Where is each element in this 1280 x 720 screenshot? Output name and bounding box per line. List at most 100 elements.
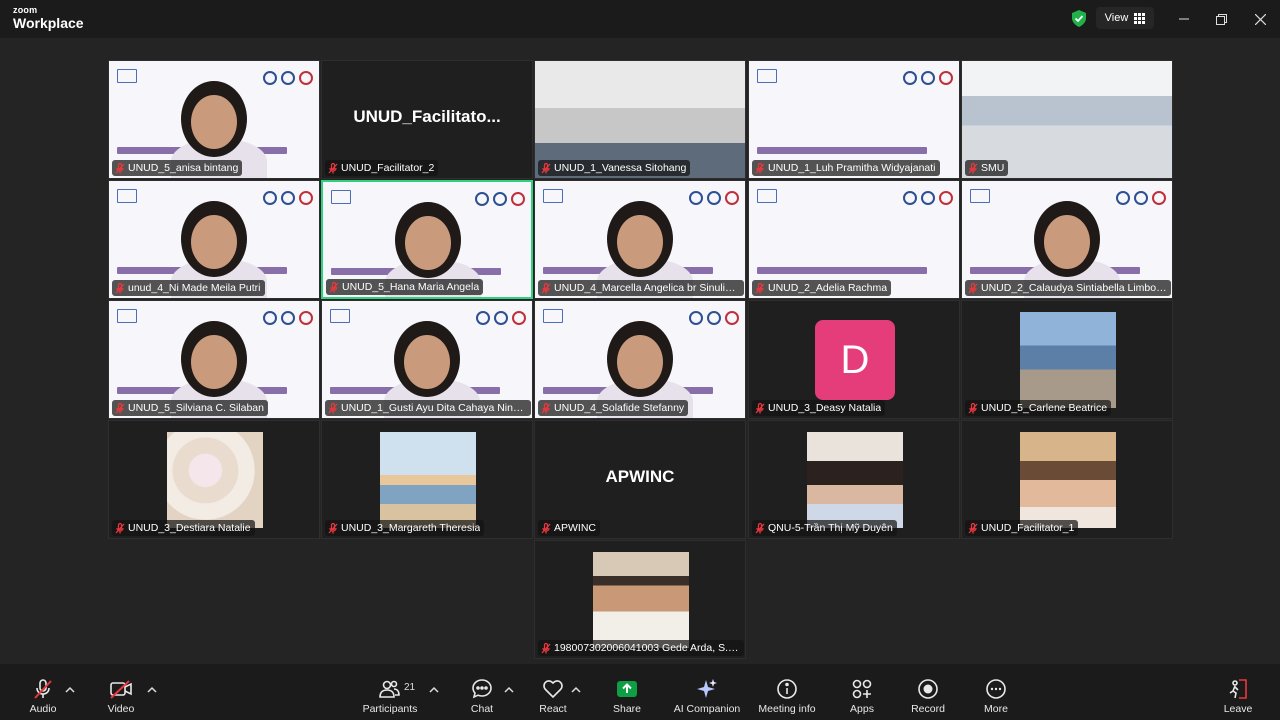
share-button[interactable]: Share [587,678,667,715]
apps-icon [852,679,872,699]
muted-mic-icon [755,162,765,173]
encryption-shield-icon[interactable] [1071,10,1087,27]
participant-tile[interactable]: UNUD_5_Silviana C. Silaban [108,300,320,419]
participant-name: APWINC [554,522,596,534]
muted-mic-icon [115,162,125,173]
profile-photo [807,432,903,528]
participant-name: UNUD_2_Adelia Rachma [768,282,888,294]
participant-name-tag: APWINC [538,520,600,536]
meeting-info-button[interactable]: Meeting info [747,678,827,715]
participant-tile[interactable]: UNUD_5_anisa bintang [108,60,320,179]
record-label: Record [911,703,945,715]
participant-face [404,335,450,389]
minimize-icon[interactable] [1174,9,1194,29]
participant-name-tag: UNUD_3_Margareth Theresia [325,520,485,536]
participant-face [405,216,451,270]
title-bar: zoom Workplace View [0,0,1280,38]
tile-name-title: APWINC [605,467,675,486]
participant-tile[interactable]: 198007302006041003 Gede Arda, S.TP.... [534,540,746,659]
unesco-logo [970,189,990,203]
participant-tile[interactable]: UNUD_3_Margareth Theresia [321,420,533,539]
unesco-logo [117,309,137,323]
participant-tile[interactable]: UNUD_5_Hana Maria Angela [321,180,533,299]
participant-name: UNUD_1_Luh Pramitha Widyajanati [768,162,936,174]
participant-name-tag: UNUD_2_Adelia Rachma [752,280,892,296]
muted-microphone-icon [34,679,52,699]
leave-button[interactable]: Leave [1198,678,1278,715]
unesco-logo [543,309,563,323]
muted-mic-icon [328,522,338,533]
participants-button[interactable]: Participants [350,678,430,715]
ai-companion-button[interactable]: AI Companion [667,678,747,715]
view-button[interactable]: View [1096,7,1154,29]
participant-tile[interactable]: QNU-5-Trần Thị Mỹ Duyên [748,420,960,539]
participant-name: SMU [981,162,1005,174]
profile-photo [593,552,689,648]
view-label: View [1104,12,1129,24]
video-button[interactable]: Video [81,678,161,715]
participant-name: QNU-5-Trần Thị Mỹ Duyên [768,522,893,534]
react-button[interactable]: React [513,678,593,715]
participant-name: UNUD_4_Solafide Stefanny [554,402,685,414]
close-icon[interactable] [1250,9,1270,29]
react-options-chevron-icon[interactable] [571,686,581,694]
participant-tile[interactable]: UNUD_5_Carlene Beatrice [961,300,1173,419]
participant-tile[interactable]: UNUD_3_Destiara Natalie [108,420,320,539]
participant-face [191,215,237,269]
participant-name: UNUD_2_Calaudya Sintiabella Limbong [981,282,1167,294]
participant-face [617,215,663,269]
participant-name-tag: UNUD_Facilitator_2 [325,160,439,176]
participant-face [617,335,663,389]
participant-name-tag: UNUD_1_Luh Pramitha Widyajanati [752,160,940,176]
muted-mic-icon [329,281,339,292]
participant-tile[interactable]: SMU [961,60,1173,179]
more-button[interactable]: More [956,678,1036,715]
participant-tile[interactable]: APWINC APWINC [534,420,746,539]
participant-tile[interactable]: UNUD_Facilitato... UNUD_Facilitator_2 [321,60,533,179]
app-logo: zoom Workplace [13,5,84,31]
muted-mic-icon [968,282,978,293]
participant-name: UNUD_3_Destiara Natalie [128,522,251,534]
leave-door-icon [1229,679,1247,699]
partner-logos [689,191,739,205]
share-label: Share [612,703,642,715]
partner-logos [475,192,525,206]
audio-button[interactable]: Audio [3,678,83,715]
participant-tile[interactable]: unud_4_Ni Made Meila Putri [108,180,320,299]
participant-tile[interactable]: UNUD_4_Marcella Angelica br Sinulingga [534,180,746,299]
participant-tile[interactable]: D UNUD_3_Deasy Natalia [748,300,960,419]
chat-button[interactable]: Chat [442,678,522,715]
participant-tile[interactable]: UNUD_Facilitator_1 [961,420,1173,539]
participant-name-tag: unud_4_Ni Made Meila Putri [112,280,265,296]
avatar: D [815,320,895,400]
participant-name-tag: UNUD_3_Destiara Natalie [112,520,255,536]
chat-label: Chat [470,703,494,715]
participant-name: UNUD_1_Vanessa Sitohang [554,162,687,174]
audio-options-chevron-icon[interactable] [65,686,75,694]
slide-heading [757,267,957,276]
participant-face [191,335,237,389]
participant-tile[interactable]: UNUD_1_Luh Pramitha Widyajanati [748,60,960,179]
muted-mic-icon [115,282,125,293]
participant-name-tag: UNUD_5_anisa bintang [112,160,243,176]
brand-zoom: zoom [13,5,38,15]
participant-tile[interactable]: UNUD_4_Solafide Stefanny [534,300,746,419]
participant-name: UNUD_3_Margareth Theresia [341,522,481,534]
video-options-chevron-icon[interactable] [147,686,157,694]
restore-icon[interactable] [1211,9,1231,29]
participant-tile[interactable]: UNUD_2_Adelia Rachma [748,180,960,299]
muted-mic-icon [968,162,978,173]
participant-tile[interactable]: UNUD_1_Gusti Ayu Dita Cahaya Ningsih [321,300,533,419]
profile-photo [167,432,263,528]
participant-face [191,95,237,149]
participant-name-tag: 198007302006041003 Gede Arda, S.TP.... [538,640,744,656]
participant-tile[interactable]: UNUD_1_Vanessa Sitohang [534,60,746,179]
participant-name-tag: UNUD_5_Silviana C. Silaban [112,400,268,416]
participants-options-chevron-icon[interactable] [429,686,439,694]
participant-name-tag: UNUD_1_Gusti Ayu Dita Cahaya Ningsih [325,400,531,416]
participant-name: UNUD_5_Hana Maria Angela [342,281,480,293]
muted-mic-icon [755,282,765,293]
participant-name: UNUD_4_Marcella Angelica br Sinulingga [554,282,740,294]
participant-tile[interactable]: UNUD_2_Calaudya Sintiabella Limbong [961,180,1173,299]
participant-name-tag: UNUD_3_Deasy Natalia [752,400,886,416]
